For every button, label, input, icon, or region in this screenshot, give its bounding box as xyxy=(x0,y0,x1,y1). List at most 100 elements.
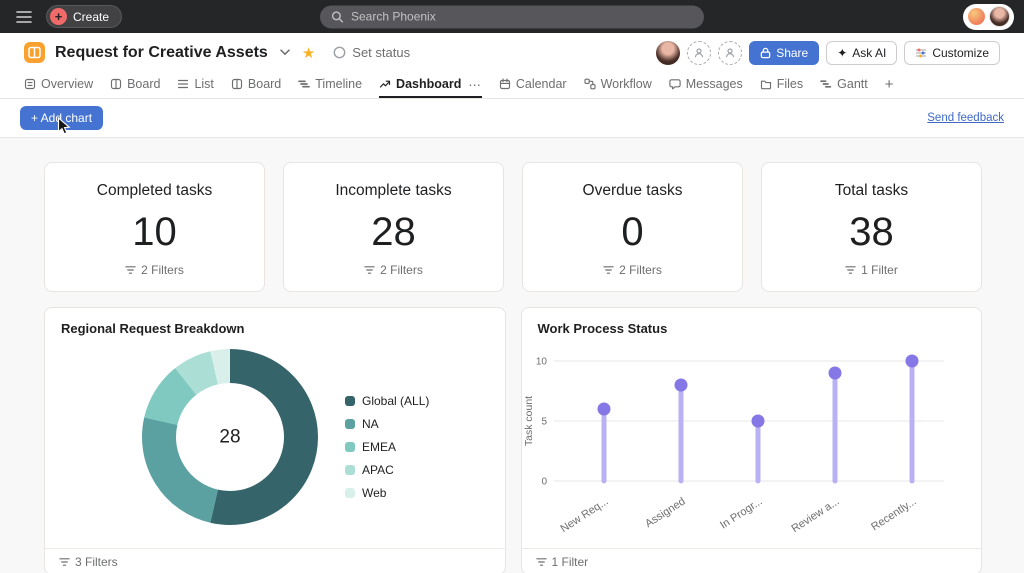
tab-workflow[interactable]: Workflow xyxy=(584,72,652,98)
hamburger-menu-icon[interactable] xyxy=(10,5,38,29)
plus-icon: + xyxy=(50,8,67,25)
invite-member-button[interactable] xyxy=(687,41,711,65)
tab-label: Workflow xyxy=(601,77,652,91)
messages-icon xyxy=(669,78,681,90)
svg-text:Task count: Task count xyxy=(524,396,535,446)
list-icon xyxy=(177,78,189,90)
lollipop-chart-area[interactable]: Work Process Status 0510Task countNew Re… xyxy=(522,308,982,548)
tab-timeline[interactable]: Timeline xyxy=(298,72,362,98)
filter-icon xyxy=(845,265,856,275)
overview-icon xyxy=(24,78,36,90)
share-label: Share xyxy=(776,46,808,60)
stat-card-title: Incomplete tasks xyxy=(335,182,451,200)
send-feedback-link[interactable]: Send feedback xyxy=(927,112,1004,124)
create-button[interactable]: + Create xyxy=(46,5,122,28)
set-status-button[interactable]: Set status xyxy=(333,45,410,60)
add-chart-button[interactable]: + Add chart xyxy=(20,106,103,130)
donut-chart-area[interactable]: Regional Request Breakdown 28 Global (AL… xyxy=(45,308,505,548)
chart-title: Regional Request Breakdown xyxy=(61,321,489,336)
tab-board[interactable]: Board xyxy=(231,72,281,98)
tab-label: Calendar xyxy=(516,77,567,91)
lollipop-chart[interactable]: 0510Task countNew Req...AssignedIn Progr… xyxy=(524,336,954,551)
search-icon xyxy=(331,10,344,23)
legend-item: Web xyxy=(345,486,429,500)
tab-dashboard[interactable]: Dashboard ⋯ xyxy=(379,72,482,98)
profile-menu[interactable] xyxy=(963,4,1014,30)
create-button-label: Create xyxy=(73,10,109,24)
tab-label: Files xyxy=(777,77,803,91)
status-circle-icon xyxy=(333,46,346,59)
tab-files[interactable]: Files xyxy=(760,72,803,98)
svg-text:0: 0 xyxy=(541,477,547,488)
tab-gantt[interactable]: Gantt xyxy=(820,72,868,98)
search-bar[interactable] xyxy=(320,5,704,28)
stat-card-completed-tasks[interactable]: Completed tasks102 Filters xyxy=(44,162,265,292)
dashboard-toolbar: + Add chart Send feedback xyxy=(0,99,1024,138)
stat-card-overdue-tasks[interactable]: Overdue tasks02 Filters xyxy=(522,162,743,292)
person-icon xyxy=(693,47,705,59)
stat-card-filters-button[interactable]: 1 Filter xyxy=(845,263,898,277)
chart-filters-button[interactable]: 3 Filters xyxy=(45,548,505,573)
svg-text:Recently...: Recently... xyxy=(869,495,918,533)
tab-list[interactable]: List xyxy=(177,72,213,98)
stat-card-filters-button[interactable]: 2 Filters xyxy=(364,263,423,277)
stat-card-filters-button[interactable]: 2 Filters xyxy=(603,263,662,277)
chart-filters-label: 1 Filter xyxy=(552,555,589,569)
svg-text:5: 5 xyxy=(541,417,547,428)
tab-bar: Overview Board List Board Timeline Dashboard ⋯… xyxy=(0,72,1024,99)
chart-filters-label: 3 Filters xyxy=(75,555,118,569)
tab-add[interactable]: + xyxy=(885,72,894,98)
svg-text:Review a...: Review a... xyxy=(789,495,841,535)
files-icon xyxy=(760,78,772,90)
lock-icon xyxy=(760,47,771,59)
workflow-icon xyxy=(584,78,596,90)
stat-cards-row: Completed tasks102 FiltersIncomplete tas… xyxy=(44,162,982,292)
invite-member-button[interactable] xyxy=(718,41,742,65)
user-avatar xyxy=(989,6,1010,27)
svg-text:Assigned: Assigned xyxy=(643,495,687,530)
project-header: Request for Creative Assets ★ Set status… xyxy=(0,33,1024,72)
stat-card-filters-button[interactable]: 2 Filters xyxy=(125,263,184,277)
tab-calendar[interactable]: Calendar xyxy=(499,72,567,98)
timeline-icon xyxy=(298,78,310,90)
tab-messages[interactable]: Messages xyxy=(669,72,743,98)
stat-card-filters-label: 2 Filters xyxy=(619,263,662,277)
stat-card-incomplete-tasks[interactable]: Incomplete tasks282 Filters xyxy=(283,162,504,292)
donut-chart[interactable]: 28 xyxy=(135,342,325,532)
stat-card-filters-label: 1 Filter xyxy=(861,263,898,277)
board-icon xyxy=(110,78,122,90)
tab-label: List xyxy=(194,77,213,91)
project-icon[interactable] xyxy=(24,42,45,63)
stat-card-total-tasks[interactable]: Total tasks381 Filter xyxy=(761,162,982,292)
ask-ai-button[interactable]: ✦ Ask AI xyxy=(826,41,897,65)
customize-button[interactable]: Customize xyxy=(904,41,1000,65)
share-button[interactable]: Share xyxy=(749,41,819,65)
page-title: Request for Creative Assets xyxy=(55,44,268,62)
legend-swatch xyxy=(345,419,355,429)
tab-label: Board xyxy=(127,77,160,91)
chart-cards-row: Regional Request Breakdown 28 Global (AL… xyxy=(44,307,982,573)
stat-card-value: 10 xyxy=(132,212,177,252)
legend-item: APAC xyxy=(345,463,429,477)
filter-icon xyxy=(59,557,70,567)
tab-overflow-menu[interactable]: ⋯ xyxy=(466,77,482,92)
stat-card-value: 0 xyxy=(621,212,643,252)
chart-filters-button[interactable]: 1 Filter xyxy=(522,548,982,573)
filter-icon xyxy=(536,557,547,567)
tab-overview[interactable]: Overview xyxy=(24,72,93,98)
tab-label: Gantt xyxy=(837,77,868,91)
member-avatar[interactable] xyxy=(656,41,680,65)
search-input[interactable] xyxy=(351,10,693,24)
tab-label: Dashboard xyxy=(396,77,461,91)
regional-breakdown-card: Regional Request Breakdown 28 Global (AL… xyxy=(44,307,506,573)
chevron-down-icon[interactable] xyxy=(276,45,294,61)
sparkle-icon: ✦ xyxy=(837,46,847,60)
stat-card-value: 38 xyxy=(849,212,894,252)
tab-board[interactable]: Board xyxy=(110,72,160,98)
tab-label: Board xyxy=(248,77,281,91)
star-icon[interactable]: ★ xyxy=(302,44,315,62)
legend-label: APAC xyxy=(362,463,394,477)
stat-card-filters-label: 2 Filters xyxy=(141,263,184,277)
tab-label: Overview xyxy=(41,77,93,91)
legend-item: NA xyxy=(345,417,429,431)
